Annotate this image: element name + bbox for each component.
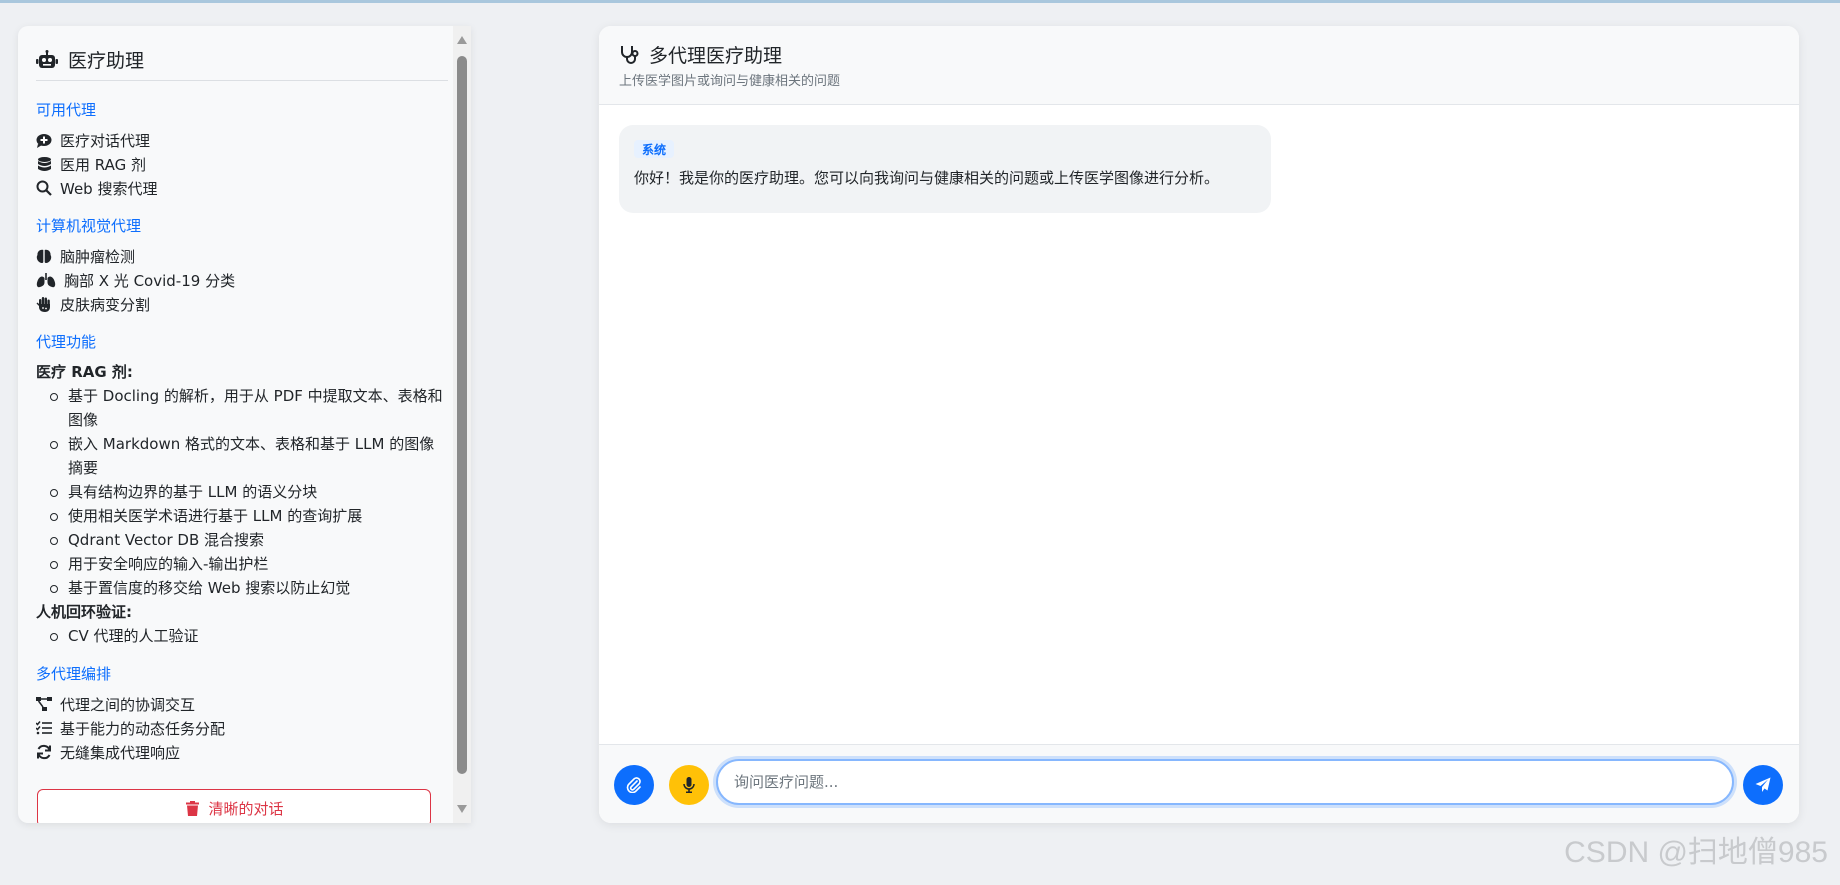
agent-label: 医疗对话代理 <box>60 131 151 150</box>
brain-icon <box>36 248 52 264</box>
list-item: 基于置信度的移交给 Web 搜索以防止幻觉 <box>50 576 448 600</box>
scroll-down-arrow-icon[interactable] <box>457 805 467 813</box>
clear-conversation-label: 清晰的对话 <box>208 799 284 818</box>
comment-medical-icon <box>36 132 52 148</box>
paperclip-icon <box>626 777 642 793</box>
search-icon <box>36 180 52 196</box>
list-item: CV 代理的人工验证 <box>50 624 448 648</box>
send-button[interactable] <box>1743 765 1783 805</box>
list-item: 使用相关医学术语进行基于 LLM 的查询扩展 <box>50 504 448 528</box>
cv-item-chest-xray: 胸部 X 光 Covid-19 分类 <box>36 268 448 292</box>
agent-item-conversation: 医疗对话代理 <box>36 128 448 152</box>
orchestration-label: 基于能力的动态任务分配 <box>60 719 226 738</box>
section-heading-features: 代理功能 <box>36 333 97 351</box>
cv-label: 皮肤病变分割 <box>60 295 151 314</box>
section-heading-available-agents: 可用代理 <box>36 101 97 119</box>
watermark: CSDN @扫地僧985 <box>1564 836 1828 869</box>
sidebar-divider <box>36 80 448 81</box>
lungs-icon <box>36 272 56 288</box>
chat-title-text: 多代理医疗助理 <box>649 45 783 67</box>
cv-item-brain-tumor: 脑肿瘤检测 <box>36 244 448 268</box>
clear-conversation-button[interactable]: 清晰的对话 <box>37 789 431 823</box>
sidebar-content: 可用代理 医疗对话代理 医用 RAG 剂 Web 搜索代理 计算机视觉代理 脑肿… <box>36 94 448 764</box>
robot-icon <box>36 49 58 71</box>
list-item: Qdrant Vector DB 混合搜索 <box>50 528 448 552</box>
sidebar: 医疗助理 可用代理 医疗对话代理 医用 RAG 剂 Web 搜索代理 计算机视觉… <box>18 26 471 823</box>
cv-item-skin-lesion: 皮肤病变分割 <box>36 292 448 316</box>
chat-input-bar <box>599 744 1799 823</box>
chat-subtitle: 上传医学图片或询问与健康相关的问题 <box>619 74 841 89</box>
orchestration-label: 代理之间的协调交互 <box>60 695 196 714</box>
cv-label: 胸部 X 光 Covid-19 分类 <box>64 271 236 290</box>
section-heading-cv-agents: 计算机视觉代理 <box>36 217 142 235</box>
chat-panel: 多代理医疗助理 上传医学图片或询问与健康相关的问题 系统 你好！我是你的医疗助理… <box>599 26 1799 823</box>
section-heading-orchestration: 多代理编排 <box>36 665 112 683</box>
chat-input[interactable] <box>716 759 1734 805</box>
list-item: 基于 Docling 的解析，用于从 PDF 中提取文本、表格和图像 <box>50 384 448 432</box>
sync-icon <box>36 744 52 760</box>
paper-plane-icon <box>1755 777 1771 793</box>
sidebar-title: 医疗助理 <box>36 46 144 73</box>
diagram-project-icon <box>36 696 52 712</box>
microphone-icon <box>681 777 697 793</box>
system-message: 系统 你好！我是你的医疗助理。您可以向我询问与健康相关的问题或上传医学图像进行分… <box>619 125 1271 213</box>
trash-icon <box>184 800 200 816</box>
stethoscope-icon <box>619 45 639 65</box>
orchestration-item-coordination: 代理之间的协调交互 <box>36 692 448 716</box>
list-item: 嵌入 Markdown 格式的文本、表格和基于 LLM 的图像摘要 <box>50 432 448 480</box>
scroll-up-arrow-icon[interactable] <box>457 36 467 44</box>
orchestration-item-integration: 无缝集成代理响应 <box>36 740 448 764</box>
rag-feature-label: 医疗 RAG 剂: <box>36 363 133 381</box>
list-item: 具有结构边界的基于 LLM 的语义分块 <box>50 480 448 504</box>
role-badge: 系统 <box>634 140 675 158</box>
agent-item-rag: 医用 RAG 剂 <box>36 152 448 176</box>
rag-feature-list: 基于 Docling 的解析，用于从 PDF 中提取文本、表格和图像 嵌入 Ma… <box>36 384 448 600</box>
chat-title: 多代理医疗助理 <box>619 41 782 68</box>
agent-label: Web 搜索代理 <box>60 179 158 198</box>
hitl-feature-label: 人机回环验证: <box>36 603 132 621</box>
sidebar-title-text: 医疗助理 <box>68 50 145 72</box>
agent-label: 医用 RAG 剂 <box>60 155 146 174</box>
cv-label: 脑肿瘤检测 <box>60 247 136 266</box>
hitl-feature-list: CV 代理的人工验证 <box>36 624 448 648</box>
agent-item-web-search: Web 搜索代理 <box>36 176 448 200</box>
list-check-icon <box>36 720 52 736</box>
orchestration-label: 无缝集成代理响应 <box>60 743 181 762</box>
voice-input-button[interactable] <box>669 765 709 805</box>
chat-header: 多代理医疗助理 上传医学图片或询问与健康相关的问题 <box>599 26 1799 105</box>
window-top-border <box>0 0 1840 3</box>
database-icon <box>36 156 52 172</box>
scrollbar-thumb[interactable] <box>457 56 467 774</box>
hand-dots-icon <box>36 296 52 312</box>
sidebar-scrollbar[interactable] <box>453 26 471 823</box>
list-item: 用于安全响应的输入-输出护栏 <box>50 552 448 576</box>
orchestration-item-task-allocation: 基于能力的动态任务分配 <box>36 716 448 740</box>
attach-button[interactable] <box>614 765 654 805</box>
message-text: 你好！我是你的医疗助理。您可以向我询问与健康相关的问题或上传医学图像进行分析。 <box>634 169 1220 187</box>
